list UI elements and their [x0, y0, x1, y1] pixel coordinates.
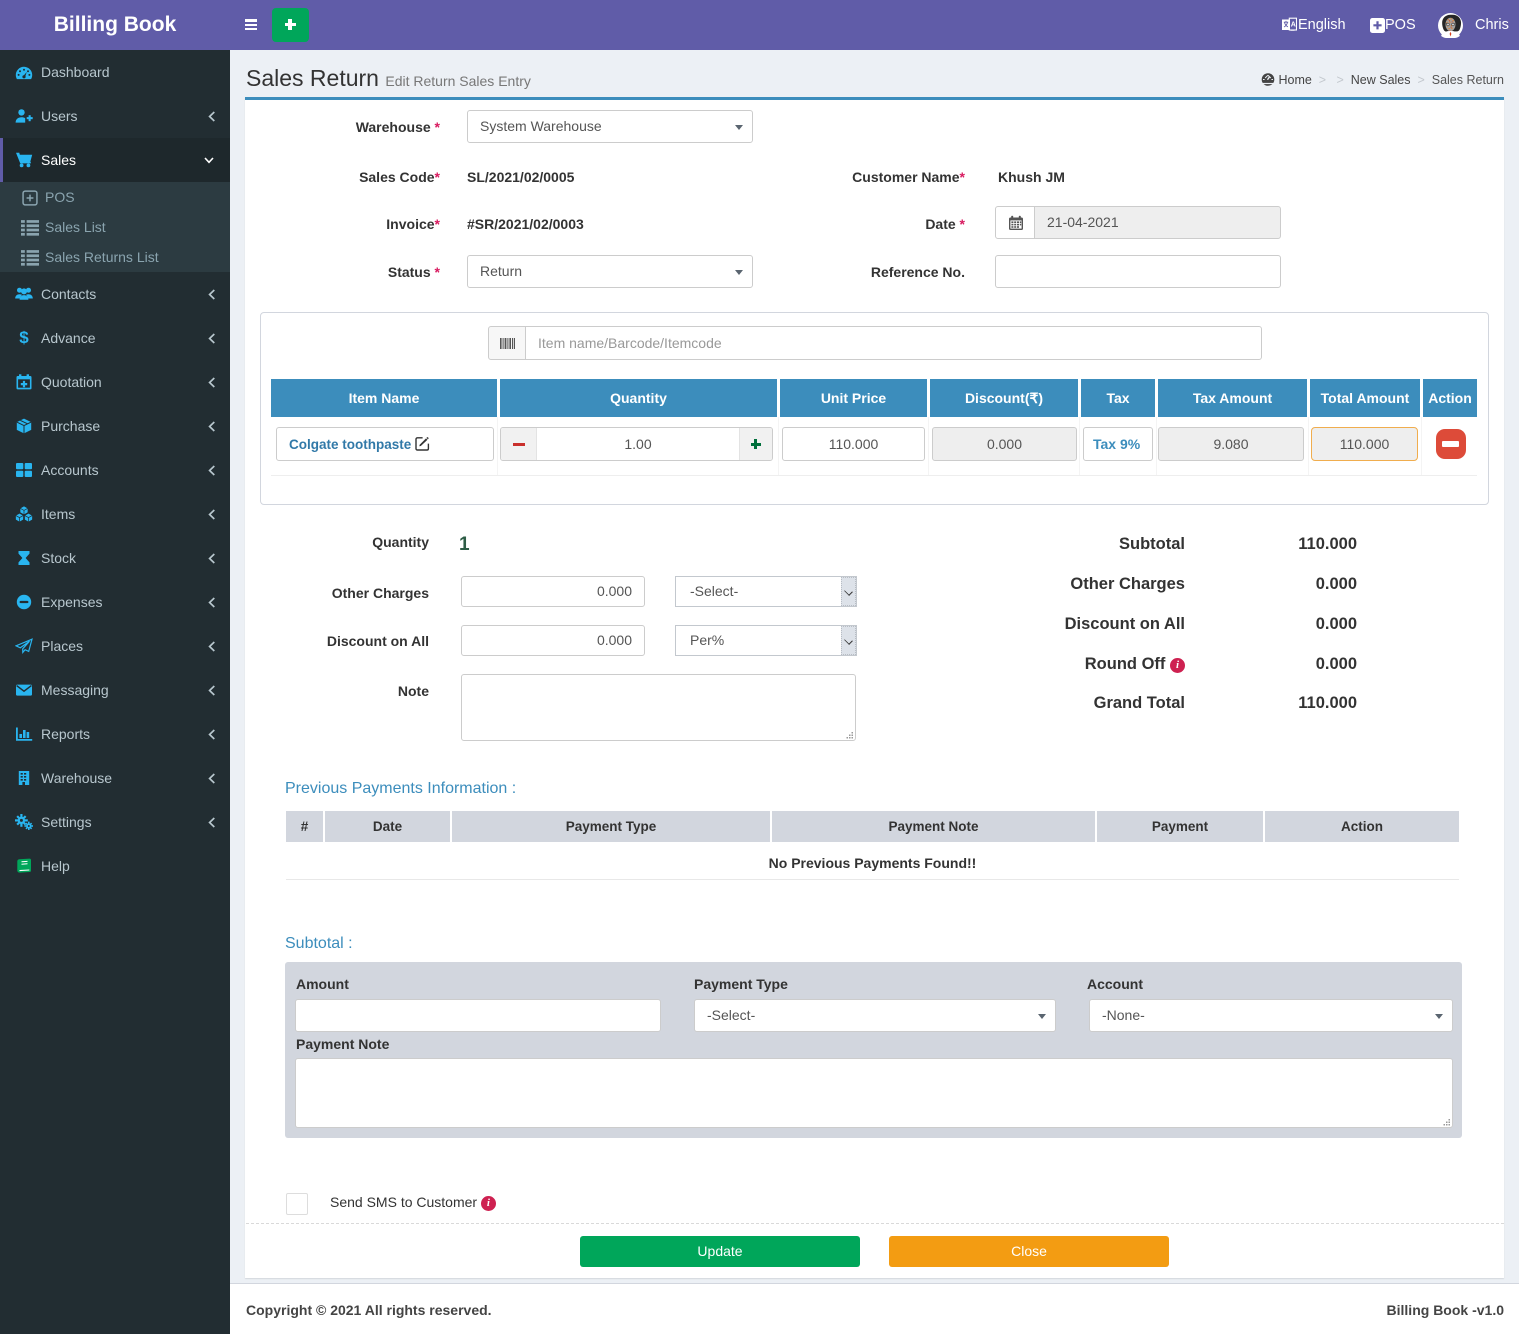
svg-text:A: A: [1291, 22, 1296, 29]
